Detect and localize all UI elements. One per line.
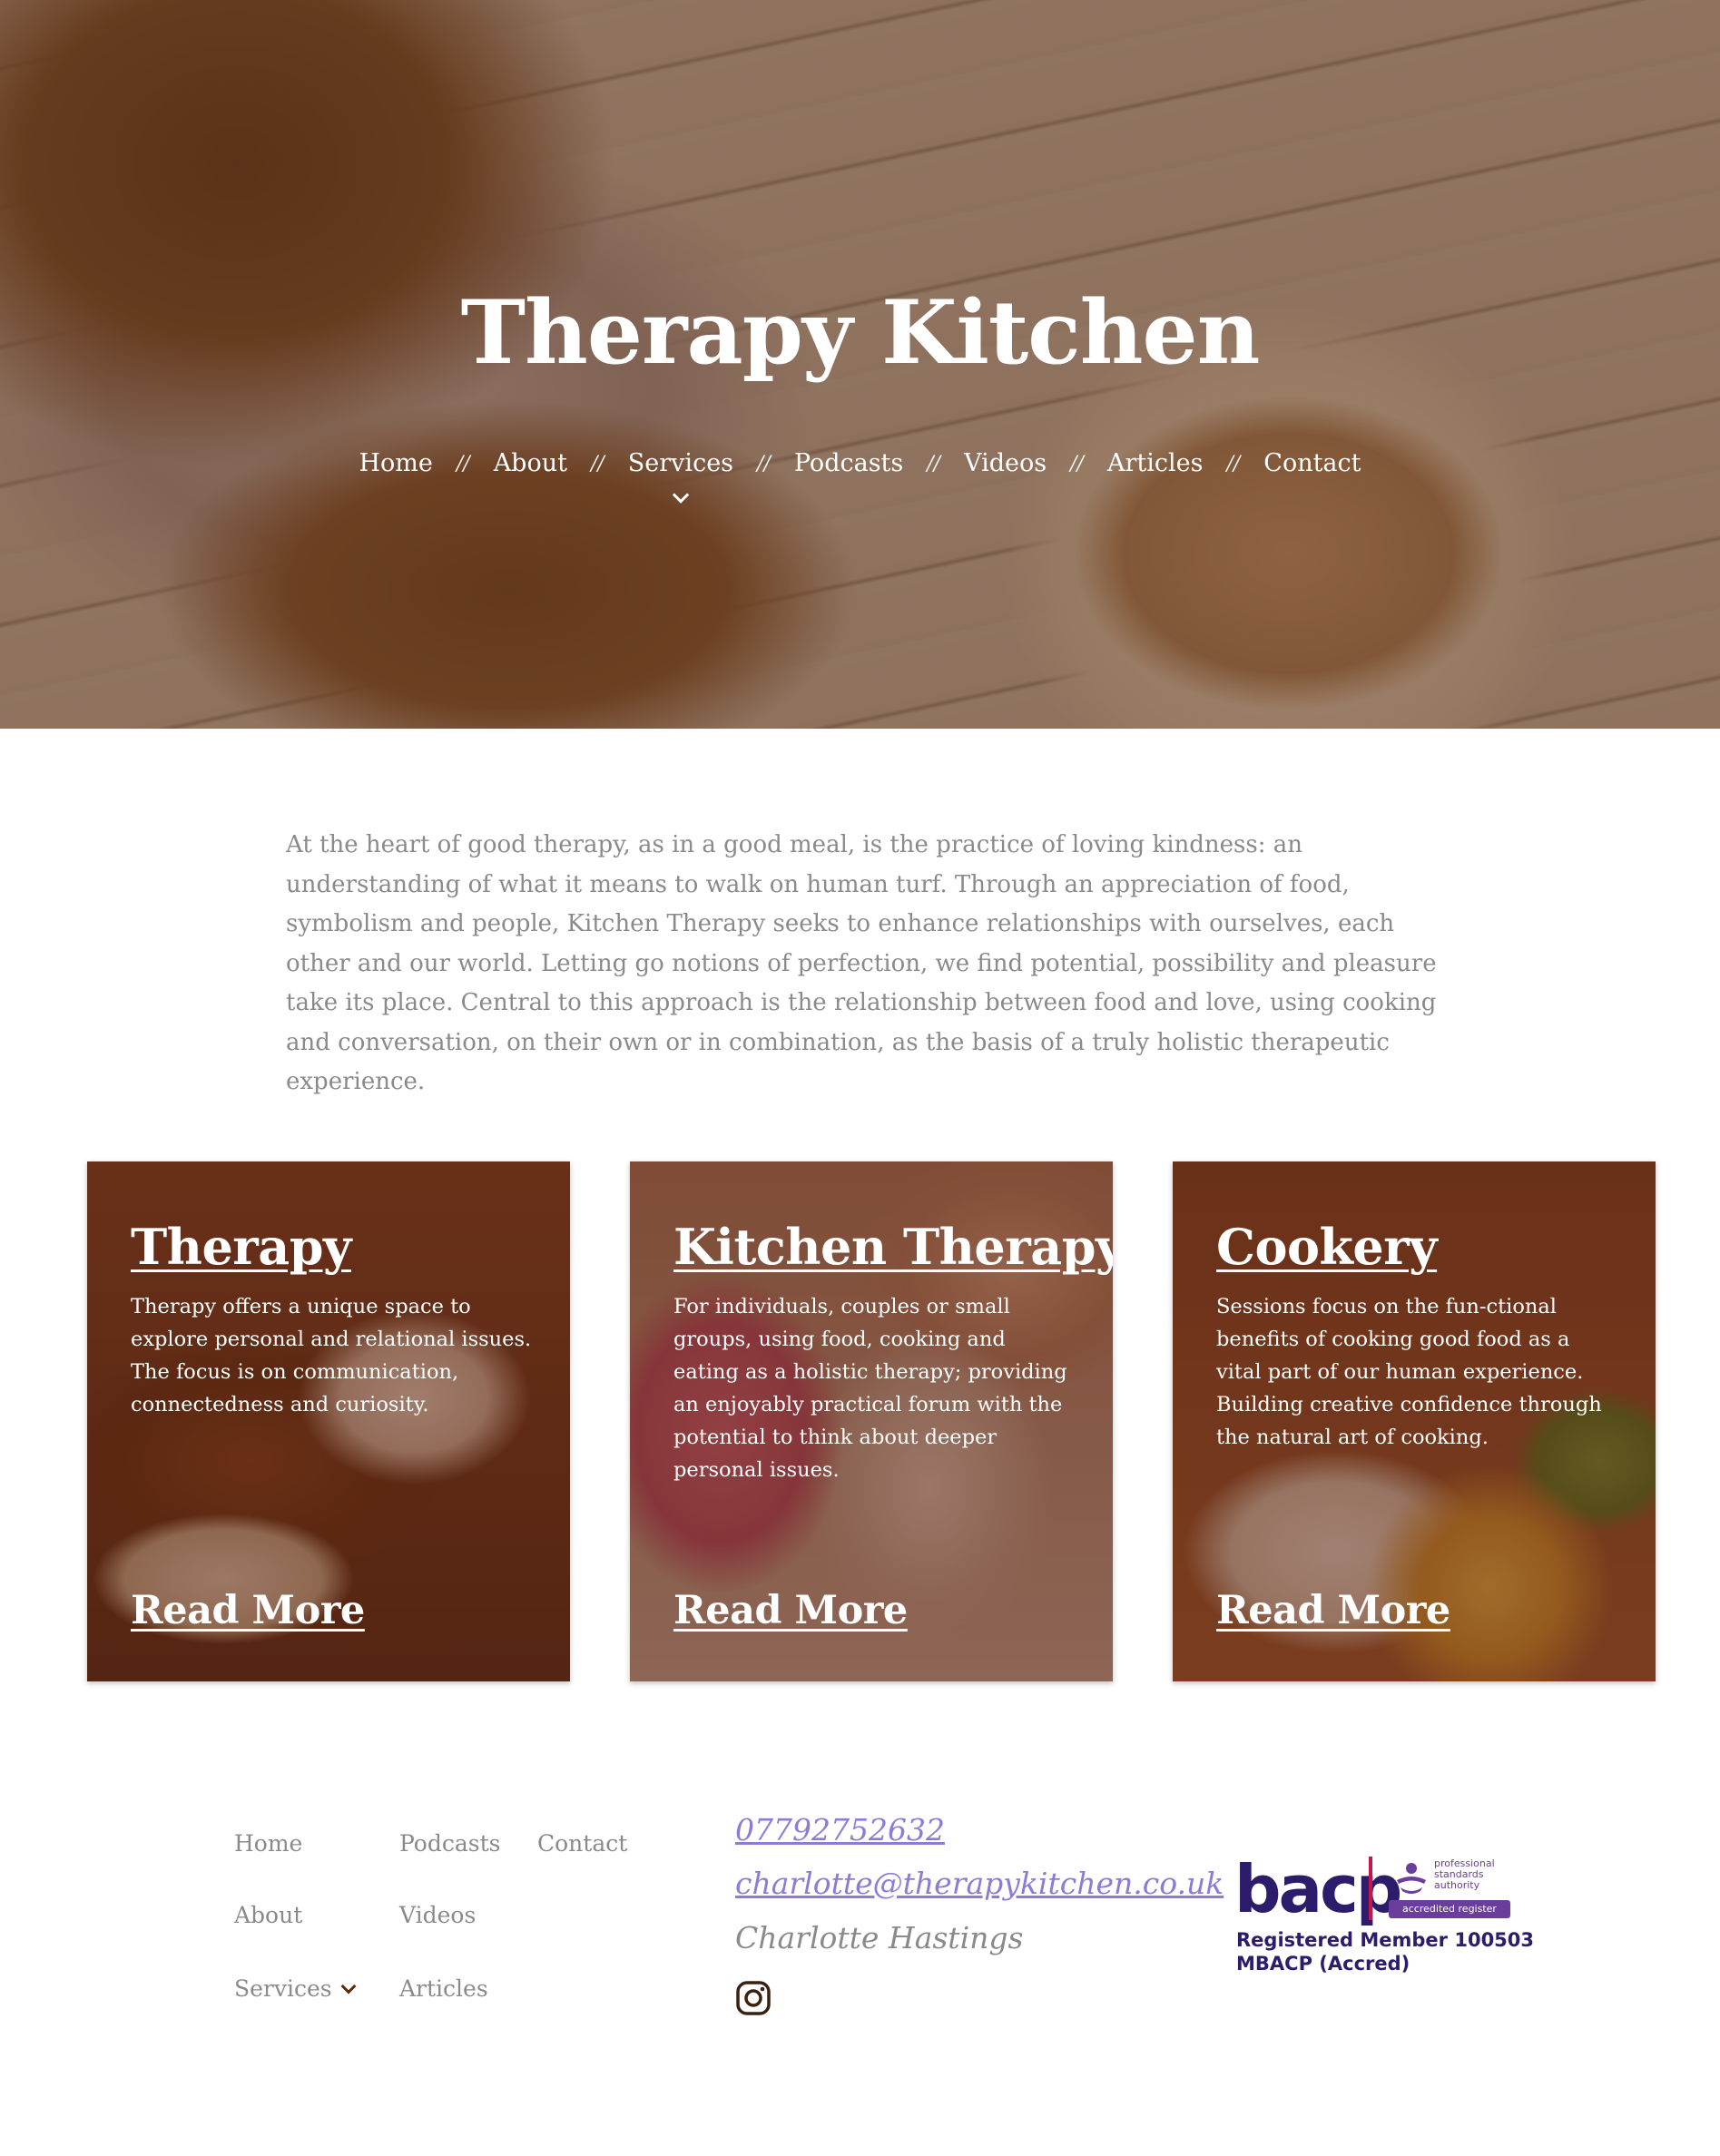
card-description: For individuals, couples or small groups… (673, 1295, 1067, 1482)
therapist-name: Charlotte Hastings (735, 1920, 1024, 1955)
footer-nav-contact[interactable]: Contact (537, 1830, 627, 1857)
nav-about[interactable]: About (494, 449, 567, 477)
card-description: Therapy offers a unique space to explore… (131, 1295, 532, 1416)
chevron-down-icon[interactable] (340, 1978, 357, 1994)
footer-nav-services-label: Services (234, 1975, 332, 2002)
nav-separator: // (927, 453, 941, 475)
phone-link[interactable]: 07792752632 (735, 1812, 945, 1847)
nav-separator: // (1226, 453, 1241, 475)
main-nav: Home // About // Services // Podcasts //… (0, 449, 1720, 504)
psa-label: professional standards authority (1434, 1857, 1495, 1891)
intro-paragraph: At the heart of good therapy, as in a go… (286, 831, 1437, 1095)
bacp-logo: bacp (1234, 1851, 1402, 1927)
nav-services[interactable]: Services (627, 449, 734, 504)
email-link[interactable]: charlotte@therapykitchen.co.uk (735, 1866, 1224, 1901)
footer-nav-podcasts[interactable]: Podcasts (399, 1830, 500, 1857)
psa-person-icon (1397, 1863, 1426, 1894)
read-more-link[interactable]: Read More (1216, 1588, 1450, 1633)
nav-videos[interactable]: Videos (964, 449, 1047, 477)
nav-separator: // (757, 453, 771, 475)
accredited-register-label: accredited register (1389, 1900, 1510, 1918)
nav-separator: // (456, 453, 470, 475)
instagram-icon[interactable] (735, 1980, 772, 2016)
nav-separator: // (1070, 453, 1084, 475)
nav-separator: // (590, 453, 604, 475)
footer-nav-services[interactable]: Services (234, 1975, 357, 2002)
read-more-link[interactable]: Read More (131, 1588, 365, 1633)
footer-nav-about[interactable]: About (234, 1902, 302, 1928)
badge-divider (1369, 1857, 1372, 1920)
nav-home[interactable]: Home (359, 449, 432, 477)
card-title[interactable]: Kitchen Therapy (673, 1218, 1113, 1276)
nav-contact[interactable]: Contact (1263, 449, 1361, 477)
member-number: 100503 (1454, 1929, 1535, 1951)
registered-member-label: Registered Member (1236, 1929, 1455, 1951)
registered-member-line: Registered Member 100503 (1236, 1929, 1534, 1951)
nav-articles[interactable]: Articles (1107, 449, 1203, 477)
read-more-link[interactable]: Read More (673, 1588, 908, 1633)
site-title: Therapy Kitchen (460, 281, 1261, 384)
mbacp-line: MBACP (Accred) (1236, 1953, 1410, 1975)
bacp-accreditation-badge: bacp professional standards authority ac… (1234, 1851, 1534, 1983)
service-card-kitchen-therapy: Kitchen Therapy For individuals, couples… (630, 1161, 1113, 1681)
service-card-cookery: Cookery Sessions focus on the fun-ctiona… (1173, 1161, 1656, 1681)
card-title[interactable]: Cookery (1216, 1218, 1438, 1276)
nav-services-label: Services (627, 449, 734, 477)
nav-podcasts[interactable]: Podcasts (794, 449, 903, 477)
footer-nav-videos[interactable]: Videos (399, 1902, 476, 1928)
card-description: Sessions focus on the fun-ctional benefi… (1216, 1295, 1602, 1449)
card-title[interactable]: Therapy (131, 1218, 351, 1276)
service-card-therapy: Therapy Therapy offers a unique space to… (87, 1161, 570, 1681)
footer-nav-home[interactable]: Home (234, 1830, 302, 1857)
footer-nav-articles[interactable]: Articles (399, 1975, 488, 2002)
